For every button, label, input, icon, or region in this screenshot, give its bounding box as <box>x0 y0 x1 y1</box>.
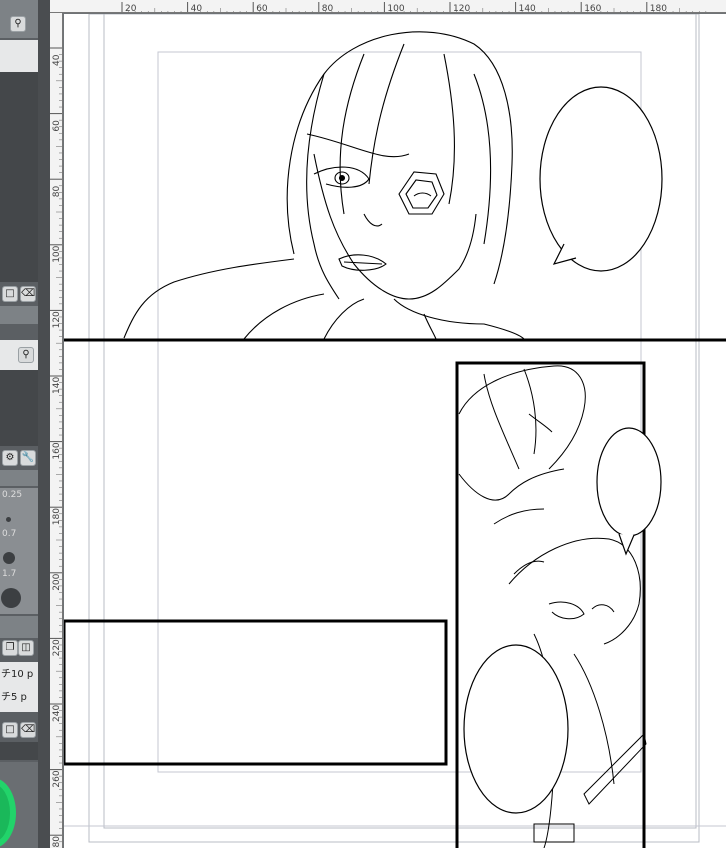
brush-size-label: 0.7 <box>2 529 17 539</box>
page-icon-2[interactable]: □ <box>2 722 18 738</box>
ruler-label: 20 <box>125 4 137 13</box>
layer-icon[interactable]: ◫ <box>18 640 34 656</box>
ruler-label: 60 <box>256 4 268 13</box>
ruler-horizontal: 20 40 60 80 100 120 140 160 180 <box>50 0 726 13</box>
ruler-ticks-h: 20 40 60 80 100 120 140 160 180 <box>121 2 707 13</box>
ruler-label: 120 <box>52 311 62 328</box>
ruler-label: 60 <box>52 120 62 132</box>
trash-icon-2[interactable]: ⌫ <box>20 722 36 738</box>
wrench-icon[interactable]: 🔧 <box>20 450 36 466</box>
ruler-label: 200 <box>52 573 62 590</box>
ruler-label: 40 <box>191 4 203 13</box>
search-icon[interactable]: ⚲ <box>10 16 26 32</box>
ruler-vertical: 40 60 80 100 120 140 160 180 200 220 240 260 280 <box>50 13 63 848</box>
ruler-label: 180 <box>52 508 62 525</box>
subtool-area <box>0 40 38 72</box>
ruler-label: 100 <box>387 4 404 13</box>
ruler-label: 140 <box>519 4 536 13</box>
ruler-label: 80 <box>52 185 62 197</box>
character-lineart-top <box>123 31 525 340</box>
panel-border-bottom-left <box>64 619 448 766</box>
ruler-label: 40 <box>52 54 62 66</box>
copy-icon[interactable]: ❐ <box>2 640 18 656</box>
speech-bubble-right-large <box>463 644 569 814</box>
drawing-canvas[interactable] <box>64 14 726 848</box>
speech-bubble-right-small <box>596 427 662 537</box>
ruler-label: 160 <box>52 442 62 459</box>
ruler-label: 180 <box>650 4 667 13</box>
panel-divider-2 <box>0 470 38 486</box>
ruler-ticks-v: 40 60 80 100 120 140 160 180 200 220 240 260 280 <box>50 47 62 848</box>
brush-size-label: 1.7 <box>2 569 17 579</box>
manga-page[interactable] <box>64 14 726 848</box>
tool-panel-content: ⚲ □ ⌫ ⚲ ⚙ 🔧 0.25 0.7 1.7 ❐ ◫ チ10 p チ5 p … <box>0 0 38 848</box>
material-item[interactable]: チ5 p <box>1 688 27 703</box>
panel-scrollbar[interactable] <box>38 0 50 848</box>
ruler-label: 140 <box>52 377 62 394</box>
ruler-label: 100 <box>52 245 62 262</box>
ruler-label: 220 <box>52 639 62 656</box>
material-item[interactable]: チ10 p <box>1 665 33 680</box>
subtool-list <box>0 72 38 282</box>
panel-divider <box>0 306 38 324</box>
brush-size-dot[interactable] <box>6 517 11 522</box>
brush-size-dot[interactable] <box>3 552 15 564</box>
gear-icon[interactable]: ⚙ <box>2 450 18 466</box>
ruler-label: 280 <box>52 836 62 848</box>
brush-size-label: 0.25 <box>2 490 23 500</box>
settings-icon[interactable]: ⚲ <box>18 347 34 363</box>
brush-size-dot[interactable] <box>1 588 21 608</box>
panel-divider-3 <box>0 616 38 638</box>
ruler-label: 240 <box>52 705 62 722</box>
ruler-label: 80 <box>322 4 334 13</box>
speech-bubble-top <box>539 86 663 272</box>
ruler-label: 120 <box>453 4 470 13</box>
ruler-label: 160 <box>584 4 601 13</box>
panel-divider-4 <box>0 742 38 760</box>
tool-property-list <box>0 370 38 446</box>
trash-icon[interactable]: ⌫ <box>20 286 36 302</box>
tool-panel: ⚲ □ ⌫ ⚲ ⚙ 🔧 0.25 0.7 1.7 ❐ ◫ チ10 p チ5 p … <box>0 0 50 848</box>
ruler-label: 260 <box>52 770 62 787</box>
page-icon[interactable]: □ <box>2 286 18 302</box>
